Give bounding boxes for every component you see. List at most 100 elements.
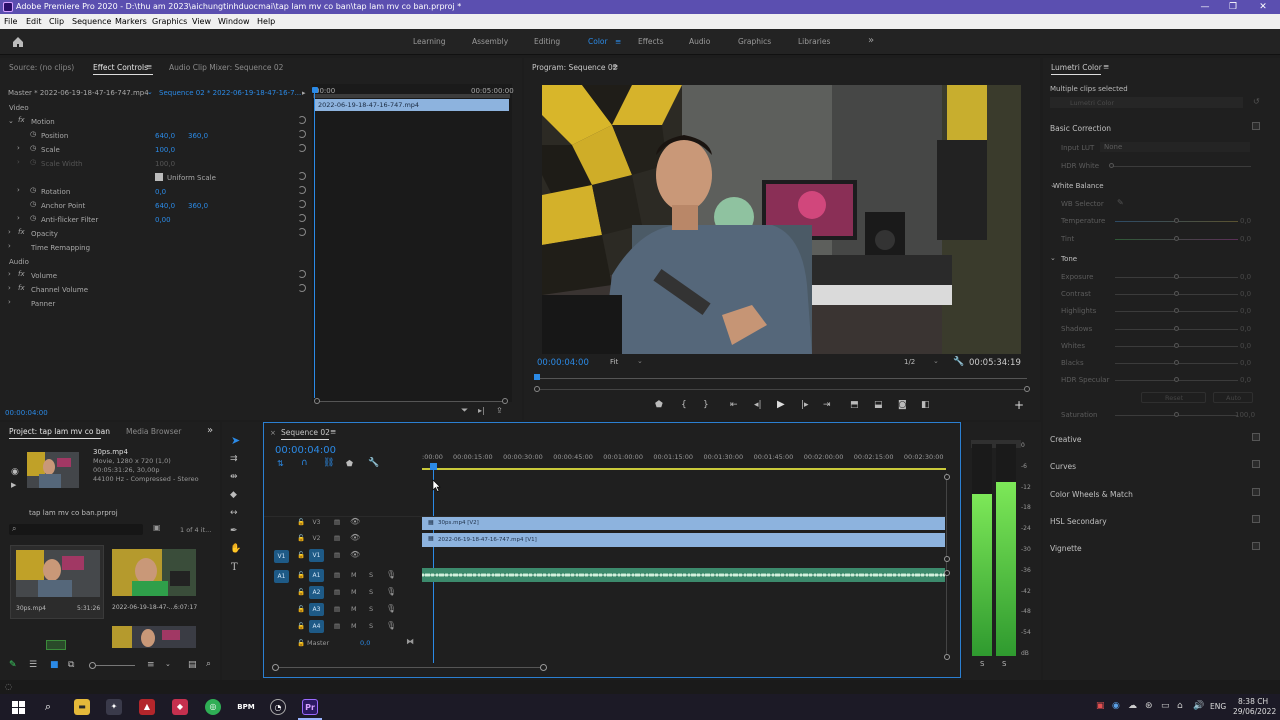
menu-file[interactable]: File [4, 14, 17, 29]
tone-value[interactable]: 0,0 [1240, 376, 1251, 384]
creative-checkbox[interactable] [1252, 433, 1260, 441]
volume-icon[interactable]: 🔊 [1193, 701, 1204, 711]
project-item-card[interactable]: 30ps.mp4 5:31:26 [10, 545, 104, 619]
tray-icon[interactable]: ▭ [1161, 701, 1170, 711]
icon-view-icon[interactable]: ■ [50, 660, 59, 670]
reset-icon[interactable] [298, 116, 306, 124]
mute-button[interactable]: M [351, 571, 357, 579]
maximize-button[interactable]: ❐ [1218, 0, 1248, 14]
master-clip-label[interactable]: Master * 2022-06-19-18-47-16-747.mp4 [8, 89, 149, 97]
ec-zoom-knob-right[interactable] [502, 398, 508, 404]
ec-clip-bar[interactable]: 2022-06-19-18-47-16-747.mp4 [315, 99, 509, 111]
program-scrub-bar[interactable] [537, 378, 1027, 379]
tray-icon[interactable]: ▣ [1096, 701, 1105, 711]
lock-icon[interactable]: 🔓 [297, 622, 305, 630]
menu-help[interactable]: Help [257, 14, 275, 29]
lumetri-title[interactable]: Lumetri Color [1051, 63, 1102, 72]
workspace-color[interactable]: Color [588, 37, 608, 46]
expand-motion-icon[interactable]: ⌄ [8, 117, 14, 125]
eye-icon[interactable]: 👁 [350, 517, 360, 526]
ec-zoom-knob-left[interactable] [314, 398, 320, 404]
hdr-white-slider[interactable] [1111, 166, 1251, 167]
reset-icon[interactable] [298, 270, 306, 278]
chevron-down-icon[interactable]: ⌄ [637, 357, 643, 365]
vscroll-knob[interactable] [944, 654, 950, 660]
filter-icon[interactable]: ⏷ [461, 406, 468, 416]
clip-a1[interactable] [422, 568, 945, 582]
hscroll-knob-left[interactable] [272, 664, 279, 671]
toggle-sync-icon[interactable]: ▤ [334, 534, 340, 542]
workspace-assembly[interactable]: Assembly [472, 37, 508, 46]
lock-icon[interactable]: 🔓 [297, 534, 305, 542]
fx-icon[interactable]: fx [18, 270, 25, 278]
menu-edit[interactable]: Edit [26, 14, 42, 29]
scale-value[interactable]: 100,0 [155, 146, 175, 154]
solo-button[interactable]: S [369, 571, 373, 579]
tone-slider-knob[interactable] [1174, 274, 1179, 279]
play-icon[interactable]: ▶ [777, 399, 785, 410]
stopwatch-icon[interactable]: ◷ [30, 214, 36, 222]
clip-v3[interactable]: 30ps.mp4 [V2] [422, 517, 945, 530]
workspace-graphics[interactable]: Graphics [738, 37, 771, 46]
ripple-edit-icon[interactable]: ⇹ [230, 472, 238, 482]
workspace-menu-icon[interactable]: ≡ [615, 37, 621, 46]
type-tool-icon[interactable]: T [231, 562, 238, 573]
project-item-card[interactable]: 2022-06-19-18-47-... 6:07:17 [107, 545, 201, 619]
workspace-editing[interactable]: Editing [534, 37, 560, 46]
saturation-value[interactable]: 100,0 [1235, 411, 1255, 419]
monitor-menu-icon[interactable]: ≡ [612, 62, 618, 71]
home-icon[interactable] [12, 36, 24, 48]
workspace-effects[interactable]: Effects [638, 37, 664, 46]
tab-effect-controls[interactable]: Effect Controls [93, 63, 148, 72]
tint-knob[interactable] [1174, 236, 1179, 241]
stopwatch-icon[interactable]: ◷ [30, 186, 36, 194]
saturation-knob[interactable] [1174, 412, 1179, 417]
input-lut-dropdown[interactable] [1100, 142, 1250, 152]
mark-out-icon[interactable]: } [703, 400, 709, 410]
tone-value[interactable]: 0,0 [1240, 342, 1251, 350]
color-wheels-header[interactable]: Color Wheels & Match [1050, 490, 1133, 499]
extract-icon[interactable]: ⬓ [874, 400, 883, 410]
program-zoom-track[interactable] [540, 389, 1024, 390]
windows-start-icon[interactable] [12, 701, 25, 714]
playhead-line[interactable] [433, 470, 434, 663]
camera-icon[interactable]: ◉ [11, 467, 19, 477]
hsl-secondary-checkbox[interactable] [1252, 515, 1260, 523]
tone-slider-knob[interactable] [1174, 360, 1179, 365]
anchor-x-value[interactable]: 640,0 [155, 202, 175, 210]
lock-icon[interactable]: 🔓 [297, 551, 305, 559]
menu-sequence[interactable]: Sequence [72, 14, 111, 29]
tone-slider-knob[interactable] [1174, 308, 1179, 314]
toggle-sync-icon[interactable]: ▤ [334, 571, 340, 579]
vscroll-knob[interactable] [944, 474, 950, 480]
timeline-timecode[interactable]: 00:00:04:00 [275, 445, 336, 456]
tab-audio-clip-mixer[interactable]: Audio Clip Mixer: Sequence 02 [169, 63, 283, 72]
close-button[interactable]: ✕ [1248, 0, 1278, 14]
chevron-down-icon[interactable]: ⌄ [1050, 181, 1056, 189]
temperature-value[interactable]: 0,0 [1240, 217, 1251, 225]
razor-tool-icon[interactable]: ◆ [230, 490, 237, 500]
stopwatch-icon[interactable]: ◷ [30, 200, 36, 208]
tone-slider-knob[interactable] [1174, 342, 1179, 348]
app-icon[interactable]: ◆ [172, 699, 188, 715]
reset-icon[interactable] [298, 130, 306, 138]
track-target-v1[interactable]: V1 [309, 549, 324, 562]
reset-icon[interactable] [298, 186, 306, 194]
program-zoom-knob-right[interactable] [1024, 386, 1030, 392]
obs-icon[interactable]: ◔ [270, 699, 286, 715]
source-patch-a1[interactable]: A1 [274, 570, 289, 583]
expand-volume-icon[interactable]: › [8, 270, 11, 278]
position-y-value[interactable]: 360,0 [188, 132, 208, 140]
anti-flicker-value[interactable]: 0,00 [155, 216, 171, 224]
work-area-bar[interactable] [422, 468, 946, 470]
wrench-icon[interactable]: 🔧 [368, 458, 379, 468]
anchor-y-value[interactable]: 360,0 [188, 202, 208, 210]
mute-button[interactable]: M [351, 605, 357, 613]
timeline-menu-icon[interactable]: ≡ [330, 427, 336, 436]
master-track-value[interactable]: 0,0 [360, 639, 370, 647]
new-item-icon[interactable]: ▤ [188, 660, 197, 670]
project-item-thumbnail[interactable] [112, 626, 196, 648]
playhead-handle[interactable] [430, 463, 437, 470]
mic-icon[interactable]: 🎙 [386, 570, 396, 579]
lock-icon[interactable]: 🔓 [297, 639, 305, 647]
